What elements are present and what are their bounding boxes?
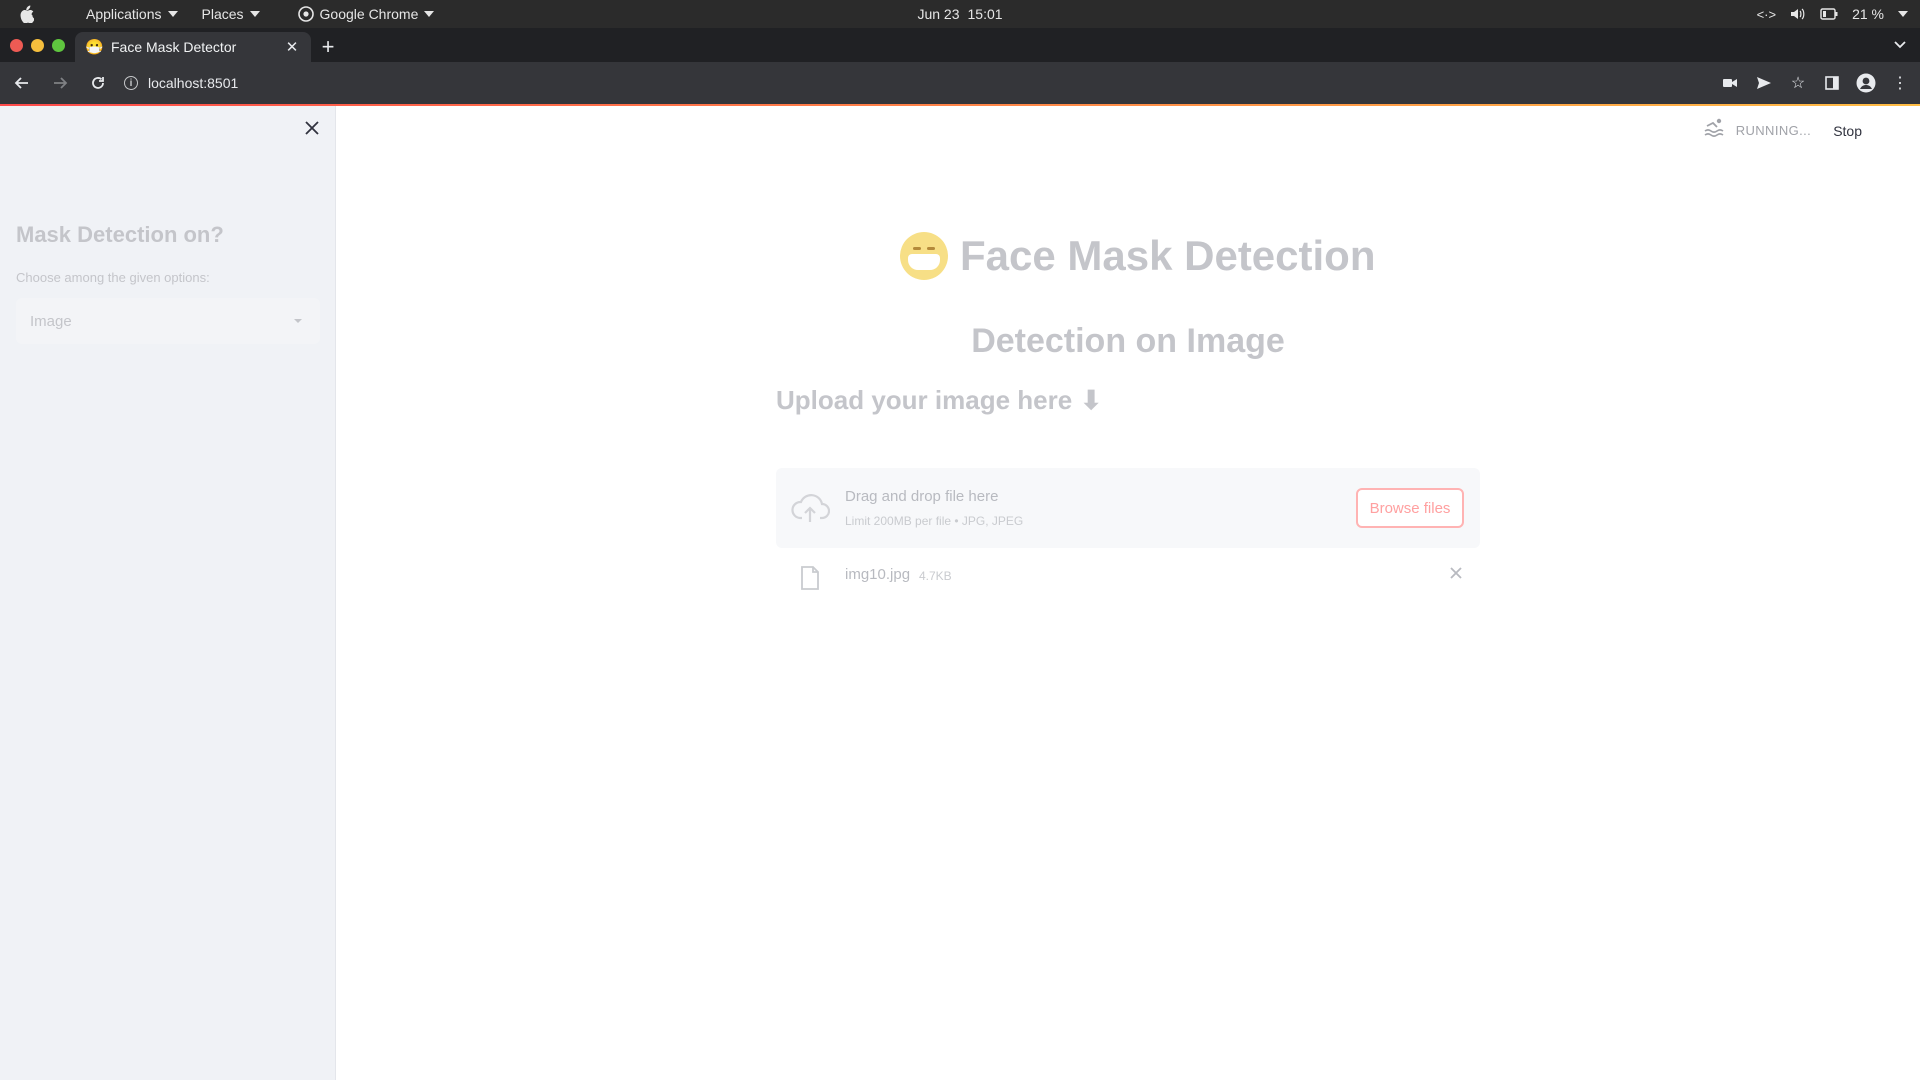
places-menu[interactable]: Places: [190, 0, 272, 28]
active-app-label: Google Chrome: [319, 6, 419, 22]
dropzone-limit: Limit 200MB per file • JPG, JPEG: [845, 514, 1024, 528]
active-app-menu[interactable]: Google Chrome: [286, 0, 447, 28]
toolbar-actions: ☆ ⋮: [1720, 62, 1910, 104]
places-label: Places: [201, 6, 244, 22]
volume-icon: [1791, 8, 1805, 20]
browser-tab-active[interactable]: 😷 Face Mask Detector ✕: [75, 32, 311, 62]
sidebar-heading: Mask Detection on?: [16, 222, 224, 247]
minimize-window-button[interactable]: [31, 38, 44, 52]
sidebar: Mask Detection on? Choose among the give…: [0, 106, 336, 1080]
url-text[interactable]: localhost:8501: [148, 75, 238, 91]
dropzone-instructions: Drag and drop file here: [845, 488, 999, 505]
side-panel-icon[interactable]: [1822, 73, 1842, 93]
kebab-menu-icon[interactable]: ⋮: [1890, 73, 1910, 93]
arrow-right-icon: [54, 77, 68, 89]
applications-menu[interactable]: Applications: [74, 0, 190, 28]
remove-file-button[interactable]: [1450, 563, 1462, 584]
window-controls: [0, 28, 75, 62]
page-title: Face Mask Detection: [900, 232, 1376, 280]
file-dropzone[interactable]: Drag and drop file here Limit 200MB per …: [776, 468, 1480, 548]
maximize-window-button[interactable]: [52, 38, 65, 52]
close-window-button[interactable]: [10, 38, 23, 52]
clock-date: Jun 23: [917, 6, 960, 22]
send-icon[interactable]: [1754, 73, 1774, 93]
applications-label: Applications: [86, 6, 162, 22]
site-info-icon[interactable]: i: [124, 76, 138, 90]
clock[interactable]: Jun 23 15:01: [917, 0, 1002, 28]
clock-time: 15:01: [967, 6, 1003, 22]
chevron-down-icon: [1894, 41, 1906, 49]
chevron-down-icon: [1898, 11, 1908, 17]
close-tab-icon[interactable]: ✕: [283, 38, 301, 56]
network-icon: <·>: [1756, 6, 1777, 22]
mask-face-favicon-icon: 😷: [85, 39, 104, 56]
upload-heading-text: Upload your image here: [776, 385, 1073, 415]
battery-icon: [1820, 8, 1838, 20]
back-button[interactable]: [6, 67, 38, 99]
upload-heading: Upload your image here ⬇: [776, 385, 1102, 416]
tab-title: Face Mask Detector: [111, 39, 237, 55]
browser-tab-strip: 😷 Face Mask Detector ✕ +: [0, 28, 1920, 62]
chevron-down-icon: [167, 11, 178, 17]
system-top-bar: Applications Places Google Chrome Jun 23…: [0, 0, 1920, 28]
running-swimmer-icon: [1704, 118, 1726, 143]
close-icon: [1450, 567, 1462, 579]
chevron-down-icon: [249, 11, 260, 17]
reload-icon: [92, 77, 104, 89]
running-status-text: RUNNING...: [1735, 123, 1812, 138]
page-title-text: Face Mask Detection: [960, 232, 1376, 279]
address-bar[interactable]: i localhost:8501: [124, 68, 238, 98]
apple-menu[interactable]: [0, 0, 46, 28]
cloud-upload-icon: [791, 494, 830, 522]
close-icon: [305, 121, 319, 135]
forward-button[interactable]: [44, 67, 76, 99]
new-tab-button[interactable]: +: [311, 32, 345, 62]
section-subtitle: Detection on Image: [971, 322, 1285, 360]
apple-icon: [20, 5, 34, 23]
chevron-down-icon: [424, 11, 435, 17]
chrome-icon: [297, 6, 314, 22]
browse-files-button[interactable]: Browse files: [1356, 488, 1464, 528]
star-bookmark-icon[interactable]: ☆: [1788, 73, 1808, 93]
select-label: Choose among the given options:: [16, 270, 210, 285]
down-arrow-icon: ⬇: [1080, 385, 1102, 415]
face-with-mask-icon: [900, 232, 948, 280]
close-sidebar-button[interactable]: [302, 118, 322, 138]
plus-icon: +: [321, 34, 335, 59]
file-size: 4.7KB: [919, 569, 952, 583]
arrow-left-icon: [14, 77, 28, 89]
file-icon: [801, 566, 819, 590]
camera-icon[interactable]: [1720, 73, 1740, 93]
browser-toolbar: i localhost:8501 ☆ ⋮: [0, 62, 1920, 104]
stop-button[interactable]: Stop: [1833, 123, 1862, 139]
file-name: img10.jpg: [845, 566, 911, 583]
system-tray[interactable]: <·> 21 %: [1757, 0, 1908, 28]
reload-button[interactable]: [82, 67, 114, 99]
tab-search-button[interactable]: [1894, 28, 1906, 62]
uploaded-file-row: img10.jpg 4.7KB: [776, 560, 1480, 592]
profile-avatar-icon[interactable]: [1856, 73, 1876, 93]
app-status: RUNNING... Stop: [1704, 118, 1862, 143]
battery-percentage: 21 %: [1852, 6, 1884, 22]
